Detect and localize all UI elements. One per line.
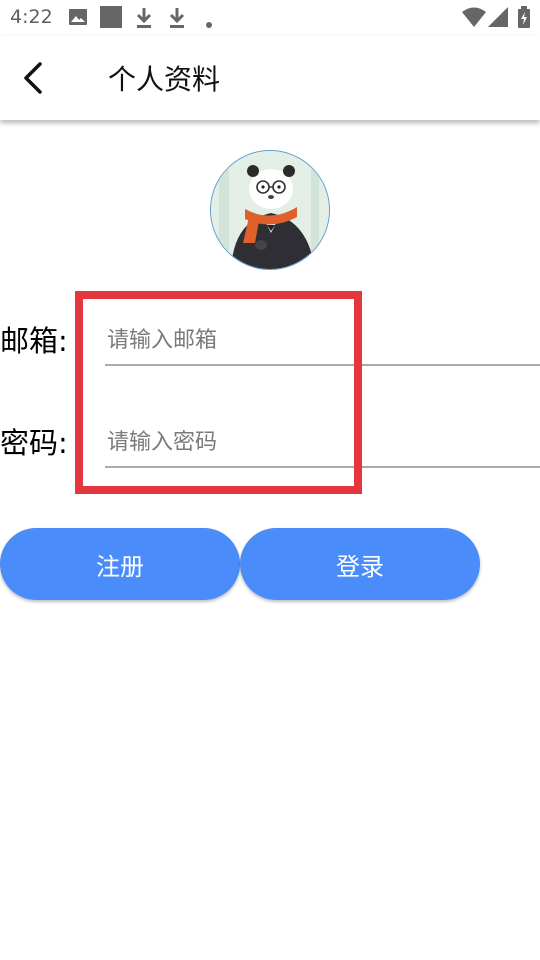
- status-time: 4:22: [10, 6, 53, 28]
- panda-avatar-illustration: [211, 151, 329, 269]
- dot-icon: [205, 14, 213, 33]
- back-button[interactable]: [14, 56, 54, 100]
- password-field[interactable]: [105, 422, 540, 468]
- wifi-icon: [462, 7, 486, 31]
- download-icon: [135, 7, 153, 33]
- avatar[interactable]: [210, 150, 330, 270]
- email-label: 邮箱:: [0, 324, 68, 358]
- email-field[interactable]: [105, 320, 540, 366]
- battery-charging-icon: [518, 6, 530, 32]
- page-title: 个人资料: [108, 63, 221, 96]
- download-icon: [168, 7, 186, 33]
- app-bar: 个人资料: [0, 36, 540, 120]
- signal-icon: [488, 7, 508, 31]
- login-button[interactable]: 登录: [240, 528, 480, 600]
- password-label: 密码:: [0, 426, 68, 460]
- square-notification-icon: [100, 6, 122, 32]
- register-button[interactable]: 注册: [0, 528, 240, 600]
- back-arrow-icon: [24, 62, 42, 94]
- image-icon: [68, 7, 88, 31]
- status-bar: 4:22: [0, 0, 540, 36]
